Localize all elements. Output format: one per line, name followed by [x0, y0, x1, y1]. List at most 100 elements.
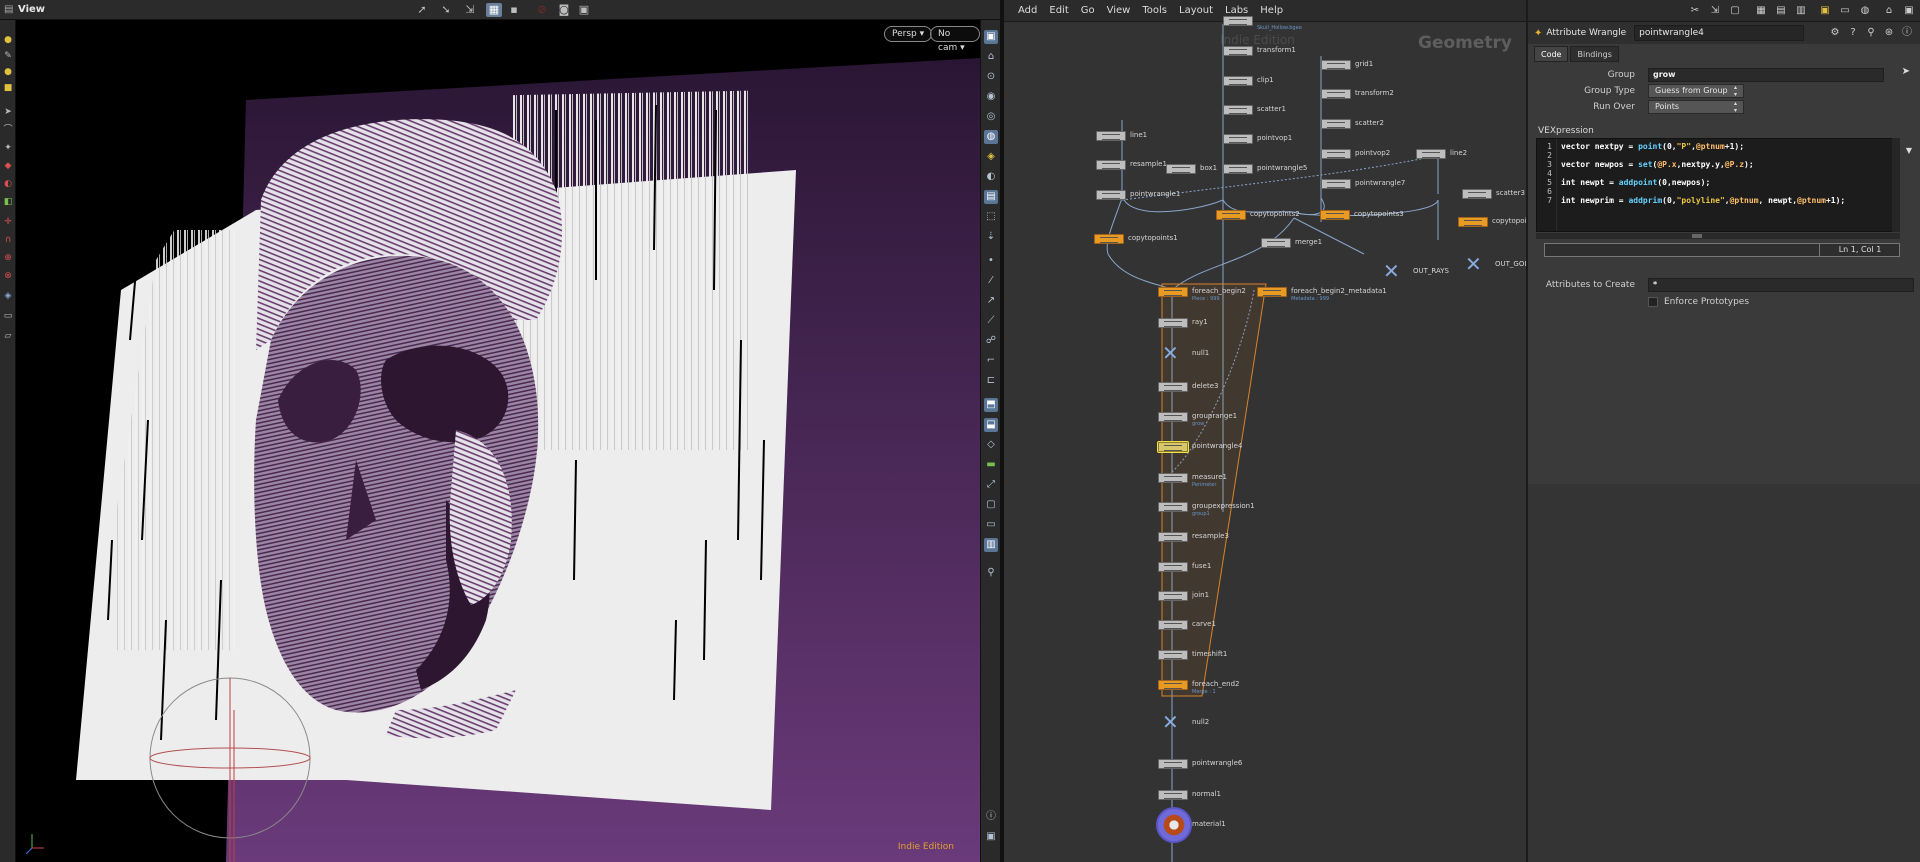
display-options-toggle-icon[interactable]: ▣ [984, 830, 998, 844]
point-numbers-icon[interactable]: • [984, 254, 998, 268]
render-region-icon[interactable]: ▭ [2, 310, 14, 322]
viewport-canvas[interactable]: Persp ▾ No cam ▾ Indie Edition [16, 20, 980, 862]
node-body[interactable] [1320, 210, 1350, 220]
prim-numbers-icon[interactable]: ⁄ [984, 274, 998, 288]
tab-bindings[interactable]: Bindings [1570, 46, 1619, 62]
pane-options-icon[interactable]: ▣ [1902, 4, 1916, 18]
construction-plane-icon[interactable]: ▢ [984, 498, 998, 512]
node-body[interactable] [1223, 105, 1253, 115]
handle-tool-icon[interactable]: ⇲ [462, 3, 478, 17]
snapshot-icon[interactable]: ▪ [506, 3, 522, 17]
node-body[interactable] [1261, 238, 1291, 248]
home-icon[interactable]: ⌂ [1882, 4, 1896, 18]
footprint-icon[interactable]: ⬓ [984, 418, 998, 432]
bulb-icon[interactable]: ◈ [984, 150, 998, 164]
group-type-select[interactable]: Guess from Group [1648, 84, 1744, 98]
display-mode-icon[interactable]: ▣ [984, 30, 998, 44]
cook-icon[interactable]: ▢ [1728, 4, 1742, 18]
menu-add[interactable]: Add [1018, 5, 1037, 16]
node-body[interactable] [1157, 441, 1189, 453]
select-tool-icon[interactable]: ➚ [414, 3, 430, 17]
run-over-select[interactable]: Points [1648, 100, 1744, 114]
node-body[interactable] [1223, 164, 1253, 174]
info-icon[interactable]: ⓘ [984, 810, 998, 824]
node-body[interactable] [1223, 46, 1253, 56]
network-box-icon[interactable]: ▭ [1838, 4, 1852, 18]
tool-icon[interactable]: ● [2, 66, 14, 78]
node-body[interactable] [1096, 131, 1126, 141]
node-body[interactable] [1158, 287, 1188, 297]
pane-menu-icon[interactable]: ▤ [4, 4, 14, 16]
group-icon[interactable]: ▬ [984, 458, 998, 472]
attributes-to-create-field[interactable]: * [1648, 278, 1914, 292]
scale-tool-icon[interactable]: ◧ [2, 196, 14, 208]
code-side-menu-icon[interactable]: ▼ [1906, 146, 1912, 155]
wireframe-icon[interactable]: ◎ [984, 110, 998, 124]
code-horizontal-scrollbar[interactable] [1536, 233, 1900, 239]
node-body[interactable] [1416, 149, 1446, 159]
menu-view[interactable]: View [1107, 5, 1131, 16]
background-icon[interactable]: ▤ [984, 190, 998, 204]
pin-view-icon[interactable]: ⚲ [984, 566, 998, 580]
node-body[interactable] [1158, 412, 1188, 422]
reference-plane-icon[interactable]: ▭ [984, 518, 998, 532]
node-body[interactable] [1321, 179, 1351, 189]
node-body[interactable] [1216, 210, 1246, 220]
info-icon[interactable]: ⓘ [1900, 26, 1914, 40]
view-tool-icon[interactable]: ⊗ [2, 270, 14, 282]
brush-icon[interactable]: ■ [2, 82, 14, 94]
help-icon[interactable]: ? [1846, 26, 1860, 40]
frame-icon[interactable]: ▥ [984, 538, 998, 552]
node-body[interactable] [1321, 89, 1351, 99]
node-body[interactable] [1223, 134, 1253, 144]
camera-mode-dropdown[interactable]: Persp ▾ [884, 26, 933, 42]
render-icon[interactable]: ▣ [576, 3, 592, 17]
hulls-icon[interactable]: ☍ [984, 334, 998, 348]
camera-tool-icon[interactable]: ◈ [2, 290, 14, 302]
snap-grid-icon[interactable]: ⤢ [984, 478, 998, 492]
sticky-note-icon[interactable]: ▣ [1818, 4, 1832, 18]
grid-view-icon[interactable]: ▦ [1754, 4, 1768, 18]
flipbook-icon[interactable]: ◇ [984, 438, 998, 452]
scroll-thumb[interactable] [1692, 234, 1702, 238]
node-body[interactable] [1158, 790, 1188, 800]
lock-icon[interactable]: ● [2, 34, 14, 46]
node-body[interactable] [1257, 287, 1287, 297]
pose-tool-icon[interactable]: ➘ [438, 3, 454, 17]
points-display-icon[interactable]: ⬚ [984, 210, 998, 224]
uv-icon[interactable]: ⌐ [984, 354, 998, 368]
ghost-icon[interactable]: ⊙ [984, 70, 998, 84]
gear-icon[interactable]: ⚙ [1828, 26, 1842, 40]
handles-icon[interactable]: ⊕ [2, 252, 14, 264]
vex-code-editor[interactable]: 1 2 3 4 5 6 7 vector nextpy = point(0,"P… [1536, 138, 1900, 232]
list-view-icon[interactable]: ▤ [1774, 4, 1788, 18]
dot-icon[interactable]: ◍ [1858, 4, 1872, 18]
dependency-icon[interactable]: ⊛ [1882, 26, 1896, 40]
select-tool-icon[interactable]: ✂ [1688, 4, 1702, 18]
node-body[interactable] [1321, 60, 1351, 70]
rotate-tool-icon[interactable]: ◐ [2, 178, 14, 190]
menu-tools[interactable]: Tools [1142, 5, 1167, 16]
pin-icon[interactable]: ✎ [2, 50, 14, 62]
shading-icon[interactable]: ◉ [984, 90, 998, 104]
vertex-icon[interactable]: ↗ [984, 294, 998, 308]
group-field[interactable]: grow [1648, 68, 1884, 82]
menu-go[interactable]: Go [1081, 5, 1095, 16]
paint-select-icon[interactable]: ✦ [2, 142, 14, 154]
node-body[interactable] [1156, 807, 1192, 843]
node-body[interactable] [1158, 680, 1188, 690]
code-vertical-scrollbar[interactable] [1892, 138, 1900, 232]
node-body[interactable] [1158, 650, 1188, 660]
node-body[interactable] [1158, 473, 1188, 483]
edges-icon[interactable]: ⟋ [984, 314, 998, 328]
record-icon[interactable]: ⊘ [534, 3, 550, 17]
lock-camera-icon[interactable]: ⌂ [984, 50, 998, 64]
node-body[interactable] [1321, 149, 1351, 159]
snap-icon[interactable]: ∩ [2, 234, 14, 246]
node-name-field[interactable]: pointwrangle4 [1634, 25, 1805, 41]
network-editor[interactable]: Add Edit Go View Tools Layout Labs Help … [1004, 0, 1526, 862]
node-body[interactable] [1158, 620, 1188, 630]
node-body[interactable] [1462, 189, 1492, 199]
search-icon[interactable]: ⚲ [1864, 26, 1878, 40]
node-body[interactable] [1223, 16, 1253, 26]
